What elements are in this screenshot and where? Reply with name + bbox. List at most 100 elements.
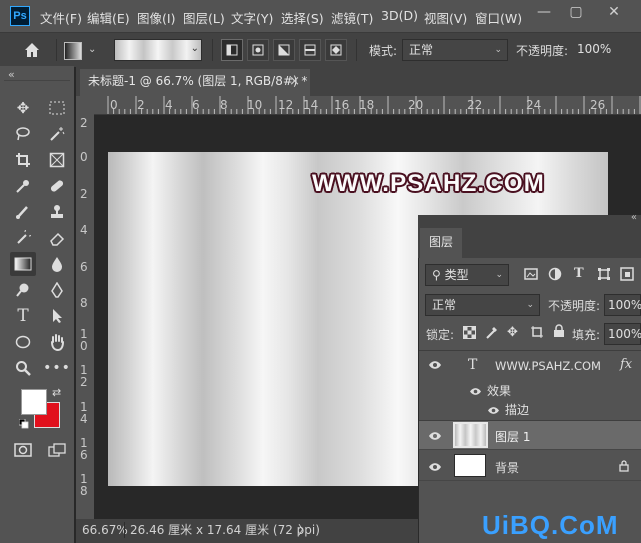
menu-file[interactable]: 文件(F) xyxy=(40,8,82,27)
status-menu-arrow[interactable]: 〉 xyxy=(298,519,310,541)
layer-row-text[interactable]: T WWW.PSAHZ.COM fx xyxy=(419,351,641,381)
screen-mode-icon[interactable] xyxy=(44,438,70,462)
layer-name[interactable]: 图层 1 xyxy=(495,428,530,445)
zoom-tool-icon[interactable] xyxy=(10,356,36,380)
eyedropper-tool-icon[interactable] xyxy=(10,174,36,198)
chevron-down-icon[interactable]: ⌄ xyxy=(88,44,96,55)
layer-opacity-label: 不透明度: xyxy=(548,299,601,313)
ruler-label: 16 xyxy=(334,98,350,112)
tools-panel: « ✥ T ••• ⇄ xyxy=(0,66,74,543)
ruler-label: 20 xyxy=(408,98,424,112)
ellipse-tool-icon[interactable] xyxy=(10,330,36,354)
lock-all-icon[interactable] xyxy=(553,324,565,341)
pen-tool-icon[interactable] xyxy=(44,278,70,302)
move-tool-icon[interactable]: ✥ xyxy=(10,96,36,120)
lock-pixels-icon[interactable] xyxy=(485,325,499,342)
ruler-label: 1 6 xyxy=(80,436,88,462)
path-selection-tool-icon[interactable] xyxy=(44,304,70,328)
close-tab-icon[interactable]: × xyxy=(289,69,300,94)
fill-label: 填充: xyxy=(572,328,601,342)
close-window-button[interactable]: ✕ xyxy=(600,2,628,22)
ruler-corner xyxy=(76,96,94,114)
menu-select[interactable]: 选择(S) xyxy=(281,8,324,27)
visibility-eye-icon[interactable] xyxy=(428,430,442,445)
healing-brush-tool-icon[interactable] xyxy=(44,174,70,198)
minimize-button[interactable]: — xyxy=(530,2,558,22)
blend-mode-dropdown[interactable]: 正常 ⌄ xyxy=(425,294,540,316)
gradient-tool-icon[interactable] xyxy=(10,252,36,276)
opacity-label: 不透明度: xyxy=(516,44,569,58)
menu-window[interactable]: 窗口(W) xyxy=(475,8,522,27)
type-tool-icon[interactable]: T xyxy=(10,304,36,328)
lasso-tool-icon[interactable] xyxy=(10,122,36,146)
menu-image[interactable]: 图像(I) xyxy=(137,8,175,27)
hand-tool-icon[interactable] xyxy=(44,330,70,354)
layer-opacity-field[interactable]: 100% xyxy=(604,294,641,316)
swap-colors-icon[interactable]: ⇄ xyxy=(52,386,61,399)
menu-view[interactable]: 视图(V) xyxy=(424,8,467,27)
frame-tool-icon[interactable] xyxy=(44,148,70,172)
lock-artboard-icon[interactable] xyxy=(530,325,544,342)
chevron-down-icon: ⌄ xyxy=(494,45,502,55)
lock-position-icon[interactable]: ✥ xyxy=(507,325,518,340)
layer-name[interactable]: WWW.PSAHZ.COM xyxy=(495,359,601,373)
pixel-filter-icon[interactable] xyxy=(524,267,538,285)
ruler-label: 22 xyxy=(467,98,483,112)
diamond-gradient-button[interactable] xyxy=(325,39,347,61)
history-brush-tool-icon[interactable] xyxy=(10,226,36,250)
fill-field[interactable]: 100% xyxy=(604,323,641,345)
reflected-gradient-button[interactable] xyxy=(299,39,321,61)
visibility-eye-icon[interactable] xyxy=(487,404,500,418)
menu-type[interactable]: 文字(Y) xyxy=(231,8,273,27)
collapse-panel-icon[interactable]: « xyxy=(631,212,637,223)
photoshop-logo: Ps xyxy=(10,6,30,26)
lock-transparent-icon[interactable] xyxy=(463,326,476,342)
gradient-preset-icon[interactable] xyxy=(64,42,82,60)
layer-filter-dropdown[interactable]: ⚲ 类型 ⌄ xyxy=(425,264,509,286)
linear-gradient-button[interactable] xyxy=(221,39,243,61)
gradient-picker[interactable]: ⌄ xyxy=(114,39,202,61)
menu-layer[interactable]: 图层(L) xyxy=(183,8,225,27)
visibility-eye-icon[interactable] xyxy=(428,461,442,476)
menu-edit[interactable]: 编辑(E) xyxy=(87,8,130,27)
more-tools-icon[interactable]: ••• xyxy=(43,356,70,380)
restore-button[interactable]: ▢ xyxy=(562,2,590,22)
menu-filter[interactable]: 滤镜(T) xyxy=(331,8,373,27)
default-colors-icon[interactable] xyxy=(18,418,29,429)
brush-tool-icon[interactable] xyxy=(10,200,36,224)
opacity-value[interactable]: 100% xyxy=(577,42,611,56)
foreground-color-swatch[interactable] xyxy=(21,389,47,415)
smart-object-filter-icon[interactable] xyxy=(620,267,634,285)
crop-tool-icon[interactable] xyxy=(10,148,36,172)
type-filter-icon[interactable]: T xyxy=(574,266,584,281)
shape-filter-icon[interactable] xyxy=(597,267,611,285)
eraser-tool-icon[interactable] xyxy=(44,226,70,250)
magic-wand-tool-icon[interactable] xyxy=(44,122,70,146)
radial-gradient-button[interactable] xyxy=(247,39,269,61)
fx-badge[interactable]: fx xyxy=(620,357,632,372)
mode-value: 正常 xyxy=(409,43,434,57)
angle-gradient-button[interactable] xyxy=(273,39,295,61)
ruler-label: 10 xyxy=(247,98,263,112)
adjustment-filter-icon[interactable] xyxy=(548,267,562,285)
dodge-tool-icon[interactable] xyxy=(10,278,36,302)
marquee-tool-icon[interactable] xyxy=(44,96,70,120)
document-tab[interactable]: 未标题-1 @ 66.7% (图层 1, RGB/8#) * × xyxy=(80,69,310,96)
chevron-down-icon: ⌄ xyxy=(526,300,534,310)
quick-mask-icon[interactable] xyxy=(10,438,36,462)
layer-row-background[interactable]: 背景 xyxy=(419,451,641,481)
menu-3d[interactable]: 3D(D) xyxy=(381,8,418,23)
layer-row-layer1[interactable]: 图层 1 xyxy=(419,421,641,450)
clone-stamp-tool-icon[interactable] xyxy=(44,200,70,224)
blur-tool-icon[interactable] xyxy=(44,252,70,276)
ruler-label: 2 xyxy=(80,187,88,201)
stroke-effect-row[interactable]: 描边 xyxy=(419,400,641,420)
zoom-level[interactable]: 66.67% xyxy=(82,519,128,541)
visibility-eye-icon[interactable] xyxy=(469,385,482,399)
layer-name[interactable]: 背景 xyxy=(495,459,519,476)
effects-group-row[interactable]: 效果 xyxy=(419,381,641,401)
home-icon[interactable] xyxy=(22,40,42,60)
tab-layers[interactable]: 图层 xyxy=(420,228,462,258)
visibility-eye-icon[interactable] xyxy=(428,359,442,374)
mode-dropdown[interactable]: 正常 ⌄ xyxy=(402,39,508,61)
